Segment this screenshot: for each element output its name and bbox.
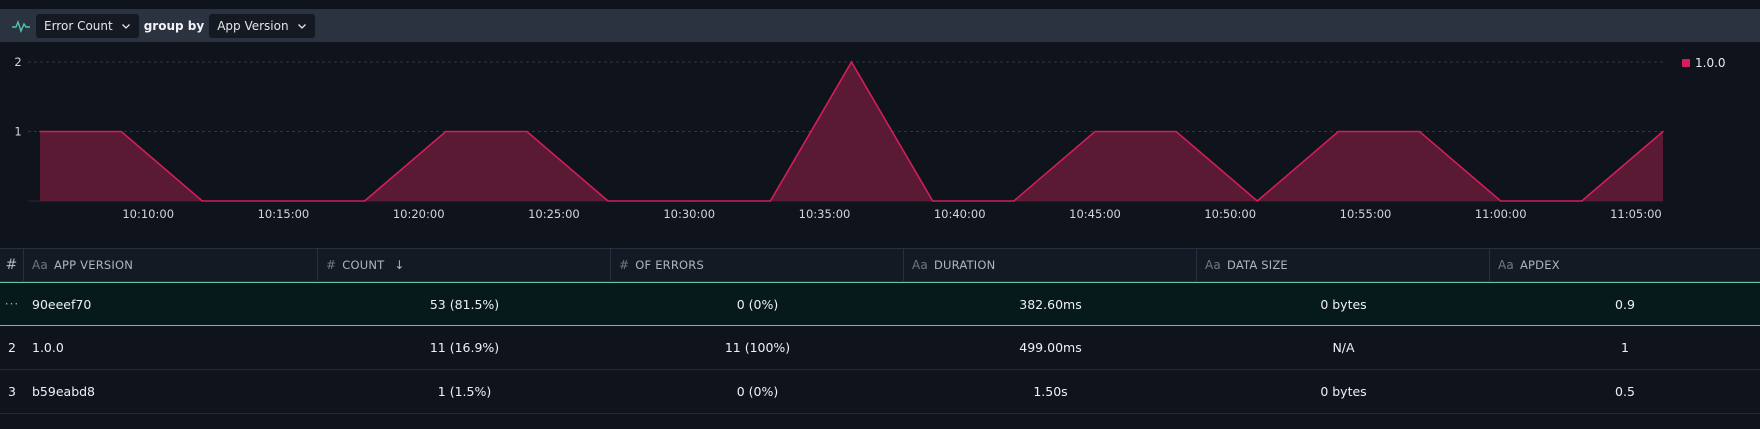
data-point: [769, 200, 772, 202]
column-header-apdex[interactable]: Aa APDEX: [1490, 249, 1760, 281]
text-type-icon: Aa: [1205, 258, 1221, 272]
number-type-icon: #: [5, 257, 18, 273]
cell-count: 1 (1.5%): [437, 384, 492, 399]
x-tick-label: 11:05:00: [1610, 207, 1662, 221]
column-header-label: APDEX: [1519, 258, 1560, 272]
sort-descending-icon[interactable]: ↓: [394, 258, 404, 272]
column-header-label: DURATION: [933, 258, 996, 272]
column-header-app-version[interactable]: Aa APP VERSION: [24, 249, 318, 281]
x-tick-label: 10:50:00: [1204, 207, 1256, 221]
data-point: [445, 130, 447, 133]
data-point: [39, 130, 41, 133]
number-type-icon: #: [619, 258, 630, 272]
cell-data-size: 0 bytes: [1320, 384, 1367, 399]
text-type-icon: Aa: [1498, 258, 1514, 272]
cell-duration: 382.60ms: [1019, 296, 1082, 312]
column-header-label: APP VERSION: [53, 258, 134, 272]
cell-apdex: 1: [1621, 340, 1629, 355]
x-tick-label: 10:45:00: [1069, 207, 1121, 221]
x-tick-label: 10:15:00: [258, 207, 310, 221]
table-row[interactable]: 3 b59eabd8 1 (1.5%) 0 (0%) 1.50s 0 bytes…: [0, 370, 1760, 414]
data-point: [1337, 130, 1340, 133]
data-point: [1581, 200, 1583, 202]
data-point: [1256, 200, 1259, 202]
group-by-select-label: App Version: [217, 18, 289, 33]
metric-select[interactable]: Error Count: [36, 13, 139, 38]
pulse-icon: [12, 19, 30, 33]
data-point: [931, 200, 934, 202]
x-tick-label: 10:25:00: [528, 207, 580, 221]
y-tick-label: 1: [14, 125, 21, 139]
column-header-duration[interactable]: Aa DURATION: [904, 249, 1197, 281]
row-menu-icon[interactable]: ···: [0, 283, 24, 325]
x-tick-label: 10:10:00: [122, 207, 174, 221]
cell-app-version: b59eabd8: [32, 384, 96, 399]
data-point: [526, 130, 528, 133]
metric-select-label: Error Count: [44, 18, 113, 33]
legend-label: 1.0.0: [1695, 56, 1726, 70]
y-tick-label: 2: [14, 55, 21, 69]
cell-apdex: 0.9: [1615, 296, 1635, 312]
cell-app-version: 90eeef70: [32, 296, 92, 312]
cell-errors: 0 (0%): [736, 296, 779, 312]
row-index: 2: [8, 340, 16, 355]
x-tick-label: 10:30:00: [663, 207, 715, 221]
x-tick-label: 10:20:00: [393, 207, 445, 221]
cell-count: 11 (16.9%): [429, 340, 500, 355]
group-by-select[interactable]: App Version: [209, 13, 315, 38]
data-point: [850, 61, 853, 63]
cell-data-size: 0 bytes: [1320, 296, 1367, 312]
data-point: [607, 200, 609, 202]
text-type-icon: Aa: [32, 258, 48, 272]
cell-errors: 0 (0%): [736, 384, 779, 399]
cell-errors: 11 (100%): [724, 340, 791, 355]
data-point: [120, 130, 122, 133]
data-point: [363, 200, 366, 202]
number-type-icon: #: [326, 258, 337, 272]
column-header-index[interactable]: #: [0, 249, 24, 281]
chevron-down-icon: [297, 23, 306, 29]
row-index: 3: [8, 384, 16, 399]
data-point: [1013, 200, 1015, 202]
cell-app-version: 1.0.0: [32, 340, 64, 355]
column-header-data-size[interactable]: Aa DATA SIZE: [1197, 249, 1490, 281]
chevron-down-icon: [121, 23, 130, 29]
data-point: [688, 200, 690, 202]
table-header: # Aa APP VERSION # COUNT ↓ # OF ERRORS A…: [0, 248, 1760, 282]
cell-data-size: N/A: [1332, 340, 1355, 355]
data-point: [1175, 130, 1177, 133]
data-point: [1418, 130, 1421, 133]
column-header-count[interactable]: # COUNT ↓: [318, 249, 611, 281]
column-header-label: DATA SIZE: [1226, 258, 1288, 272]
data-point: [282, 200, 285, 202]
text-type-icon: Aa: [912, 258, 928, 272]
cell-duration: 499.00ms: [1019, 340, 1082, 355]
error-count-chart: 1 2 10:10:00 10:15:00 10:20:00 10:25:00 10:30:…: [14, 55, 1664, 221]
legend-swatch: [1682, 59, 1690, 67]
column-header-label: COUNT: [342, 258, 385, 272]
column-header-errors[interactable]: # OF ERRORS: [611, 249, 904, 281]
data-point: [201, 200, 204, 202]
data-point: [1499, 200, 1502, 202]
cell-apdex: 0.5: [1615, 384, 1635, 399]
column-header-label: OF ERRORS: [635, 258, 704, 272]
cell-count: 53 (81.5%): [429, 296, 500, 312]
results-table: # Aa APP VERSION # COUNT ↓ # OF ERRORS A…: [0, 248, 1760, 414]
x-tick-label: 10:55:00: [1340, 207, 1392, 221]
x-tick-label: 10:35:00: [799, 207, 851, 221]
table-row[interactable]: 2 1.0.0 11 (16.9%) 11 (100%) 499.00ms N/…: [0, 326, 1760, 370]
query-toolbar: Error Count group by App Version: [0, 9, 1760, 42]
chart-legend[interactable]: 1.0.0: [1682, 56, 1726, 70]
data-point: [1662, 130, 1664, 133]
cell-duration: 1.50s: [1033, 384, 1068, 399]
data-point: [1094, 130, 1096, 133]
x-tick-label: 11:00:00: [1475, 207, 1527, 221]
table-row[interactable]: ··· 90eeef70 53 (81.5%) 0 (0%) 382.60ms …: [0, 282, 1760, 326]
x-tick-label: 10:40:00: [934, 207, 986, 221]
group-by-label: group by: [143, 18, 205, 33]
